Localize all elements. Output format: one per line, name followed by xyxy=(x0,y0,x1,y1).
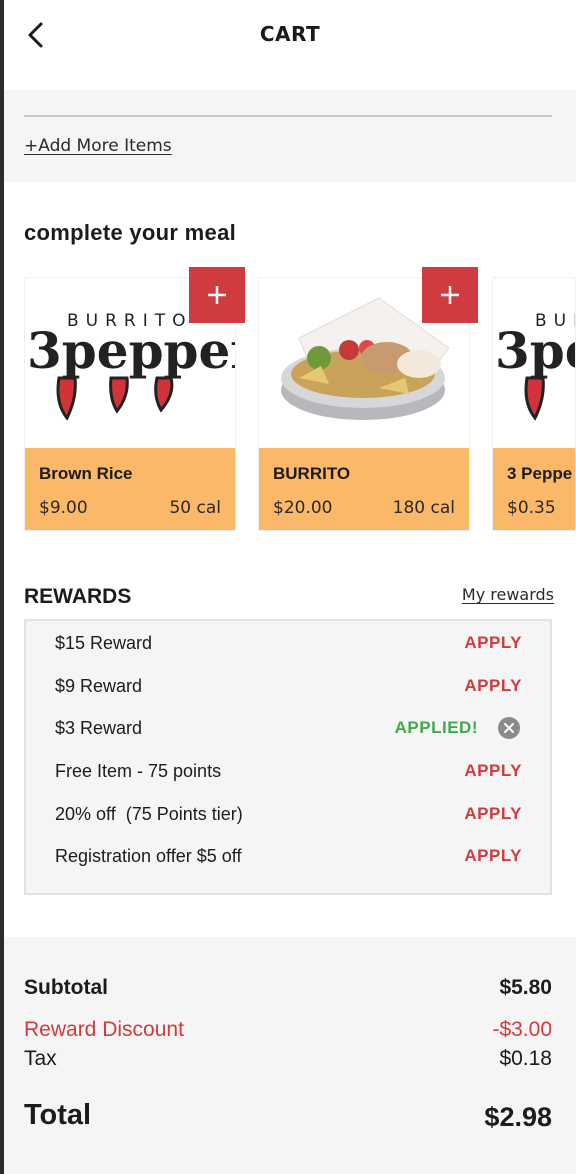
apply-reward-button[interactable]: APPLY xyxy=(464,633,522,653)
reward-row: $15 Reward APPLY xyxy=(26,623,550,663)
meal-item-name: Brown Rice xyxy=(39,464,133,483)
reward-label: $3 Reward xyxy=(55,718,143,738)
tax-label: Tax xyxy=(24,1047,57,1070)
cart-divider xyxy=(24,115,552,117)
meal-item-card[interactable]: BURRITO 3pepper 3 Peppe $0.35 xyxy=(492,277,576,531)
meal-heading: complete your meal xyxy=(24,220,237,245)
reward-label: $15 Reward xyxy=(55,633,153,653)
reward-row: Registration offer $5 off APPLY xyxy=(26,836,550,876)
reward-row: 20% off (75 Points tier) APPLY xyxy=(26,794,550,834)
reward-label: Registration offer $5 off xyxy=(55,846,242,866)
reward-label: $9 Reward xyxy=(55,676,143,696)
meal-item-calories: 180 cal xyxy=(392,498,455,518)
close-icon xyxy=(504,723,514,733)
add-item-button[interactable] xyxy=(422,267,478,323)
meal-item-info: BURRITO $20.00 180 cal xyxy=(259,448,469,530)
remove-reward-button[interactable] xyxy=(498,717,520,739)
meal-item-price: $0.35 xyxy=(507,498,556,518)
reward-label: 20% off (75 Points tier) xyxy=(55,804,243,824)
tax-value: $0.18 xyxy=(499,1047,552,1070)
total-label: Total xyxy=(24,1099,92,1131)
plus-icon xyxy=(441,286,459,304)
rewards-heading: REWARDS xyxy=(24,585,132,608)
apply-reward-button[interactable]: APPLY xyxy=(464,846,522,866)
my-rewards-link[interactable]: My rewards xyxy=(462,585,554,604)
meal-item-price: $9.00 xyxy=(39,498,88,518)
discount-label: Reward Discount xyxy=(24,1018,184,1041)
applied-status: APPLIED! xyxy=(394,718,478,737)
burrito-3pepper-logo: BURRITO 3pepper xyxy=(493,278,575,448)
rewards-list: $15 Reward APPLY $9 Reward APPLY $3 Rewa… xyxy=(24,619,552,895)
reward-label: Free Item - 75 points xyxy=(55,761,222,781)
discount-value: -$3.00 xyxy=(492,1018,552,1041)
add-more-items-link[interactable]: +Add More Items xyxy=(24,136,172,156)
meal-item-name: 3 Peppe xyxy=(507,464,573,483)
meal-item-calories: 50 cal xyxy=(169,498,221,518)
tax-row: Tax $0.18 xyxy=(24,1047,552,1073)
discount-row: Reward Discount -$3.00 xyxy=(24,1018,552,1044)
apply-reward-button[interactable]: APPLY xyxy=(464,804,522,824)
meal-item-name: BURRITO xyxy=(273,464,351,483)
reward-row: Free Item - 75 points APPLY xyxy=(26,751,550,791)
total-row: Total $2.98 xyxy=(24,1099,552,1139)
meal-item-info: Brown Rice $9.00 50 cal xyxy=(25,448,235,530)
logo-main-text: 3pepper xyxy=(495,321,576,380)
meal-item-price: $20.00 xyxy=(273,498,333,518)
meal-item-info: 3 Peppe $0.35 xyxy=(493,448,575,530)
page-title: CART xyxy=(259,22,321,46)
subtotal-label: Subtotal xyxy=(24,976,108,999)
logo-main-text: 3pepper xyxy=(27,321,236,380)
add-item-button[interactable] xyxy=(189,267,245,323)
complete-meal-section: complete your meal BURRITO 3pepper Brown… xyxy=(4,182,576,937)
subtotal-value: $5.80 xyxy=(499,976,552,999)
plus-icon xyxy=(208,286,226,304)
reward-row: $3 Reward APPLIED! xyxy=(26,708,550,748)
apply-reward-button[interactable]: APPLY xyxy=(464,676,522,696)
apply-reward-button[interactable]: APPLY xyxy=(464,761,522,781)
reward-row: $9 Reward APPLY xyxy=(26,666,550,706)
subtotal-row: Subtotal $5.80 xyxy=(24,976,552,1004)
total-value: $2.98 xyxy=(484,1102,552,1132)
top-bar: CART xyxy=(4,0,576,90)
